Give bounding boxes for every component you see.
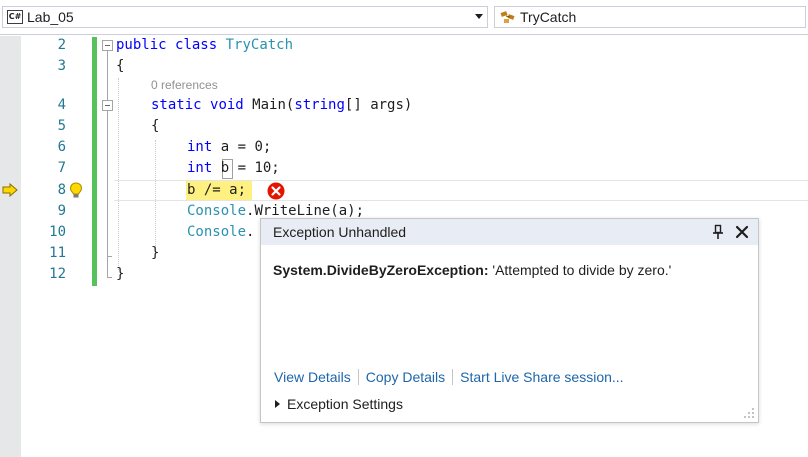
exception-message: System.DivideByZeroException: 'Attempted… [273, 261, 671, 279]
link-separator [357, 369, 359, 385]
method-name: Main( [252, 97, 295, 113]
keyword: int [187, 160, 213, 176]
code-line[interactable]: public class TryCatch [116, 35, 293, 55]
code-line[interactable]: int a = 0; [187, 137, 271, 157]
keyword: static [151, 97, 202, 113]
expand-triangle-icon [275, 400, 280, 408]
brace: { [151, 118, 160, 134]
code-line[interactable]: } [116, 264, 124, 284]
exception-settings-toggle[interactable]: Exception Settings [275, 395, 403, 413]
brace: } [151, 245, 160, 261]
statement: b /= a; [187, 182, 247, 198]
view-details-link[interactable]: View Details [274, 369, 351, 385]
keyword: class [175, 37, 218, 53]
collapse-method-icon[interactable] [102, 100, 113, 111]
code-line-current[interactable]: b /= a; [187, 180, 246, 200]
change-tracking-bar [92, 37, 97, 286]
type-name: Console [187, 224, 247, 240]
code-line[interactable]: int b = 10; [187, 158, 280, 178]
brace: { [116, 58, 125, 74]
breakpoint-margin[interactable] [0, 36, 21, 457]
exception-settings-label: Exception Settings [287, 396, 403, 412]
line-number: 5 [57, 118, 66, 134]
lightbulb-icon[interactable] [69, 182, 83, 199]
line-number: 11 [49, 245, 66, 261]
line-number: 4 [57, 97, 66, 113]
outline-end [107, 256, 112, 257]
outline-line [107, 51, 108, 277]
popup-links: View Details Copy Details Start Live Share… [274, 368, 624, 386]
close-icon[interactable] [735, 225, 749, 239]
line-number: 10 [49, 224, 66, 240]
statement: . [246, 224, 255, 240]
keyword: string [294, 97, 345, 113]
code-line[interactable]: Console. [187, 222, 254, 242]
class-icon [500, 11, 515, 23]
pin-icon[interactable] [711, 224, 725, 240]
member-dropdown-value: TryCatch [520, 9, 577, 25]
keyword: public [116, 37, 167, 53]
line-number: 9 [57, 203, 66, 219]
exception-text: 'Attempted to divide by zero.' [488, 262, 672, 278]
line-number: 8 [57, 182, 66, 198]
parameters: [] args) [344, 97, 413, 113]
popup-header: Exception Unhandled [261, 219, 758, 245]
project-dropdown-value: Lab_05 [27, 9, 74, 25]
statement: b = 10; [212, 160, 280, 176]
yellow-arrow-icon [2, 183, 18, 197]
exception-type: System.DivideByZeroException: [273, 262, 489, 278]
resize-grip-icon[interactable] [743, 407, 755, 419]
code-line[interactable]: { [151, 116, 159, 136]
type-name: TryCatch [225, 37, 294, 53]
outline-end [107, 277, 112, 278]
chevron-down-icon[interactable] [475, 14, 483, 19]
codelens-references[interactable]: 0 references [151, 78, 218, 92]
code-line[interactable]: { [116, 56, 124, 76]
line-number: 7 [57, 160, 66, 176]
type-name: Console [187, 203, 247, 219]
statement: a = 0; [212, 139, 272, 155]
code-line[interactable]: } [151, 243, 159, 263]
line-number: 6 [57, 139, 66, 155]
code-line[interactable]: static void Main(string[] args) [151, 95, 412, 115]
navigation-bar: C# Lab_05 TryCatch [0, 0, 808, 35]
indent-guide [118, 78, 119, 270]
live-share-link[interactable]: Start Live Share session... [460, 369, 623, 385]
csharp-project-icon: C# [7, 10, 23, 24]
keyword: int [187, 139, 213, 155]
collapse-class-icon[interactable] [102, 40, 113, 51]
link-separator [452, 369, 454, 385]
project-dropdown[interactable]: C# Lab_05 [2, 6, 488, 28]
copy-details-link[interactable]: Copy Details [366, 369, 445, 385]
error-x-icon [267, 182, 285, 200]
line-number: 12 [49, 266, 66, 282]
exception-helper-popup: Exception Unhandled System.DivideByZeroE… [260, 218, 759, 423]
line-number: 3 [57, 58, 66, 74]
line-number: 2 [57, 37, 66, 53]
brace: } [116, 266, 125, 282]
statement: .WriteLine(a); [246, 203, 365, 219]
keyword: void [210, 97, 244, 113]
popup-title: Exception Unhandled [273, 224, 407, 240]
member-dropdown[interactable]: TryCatch [494, 6, 806, 28]
